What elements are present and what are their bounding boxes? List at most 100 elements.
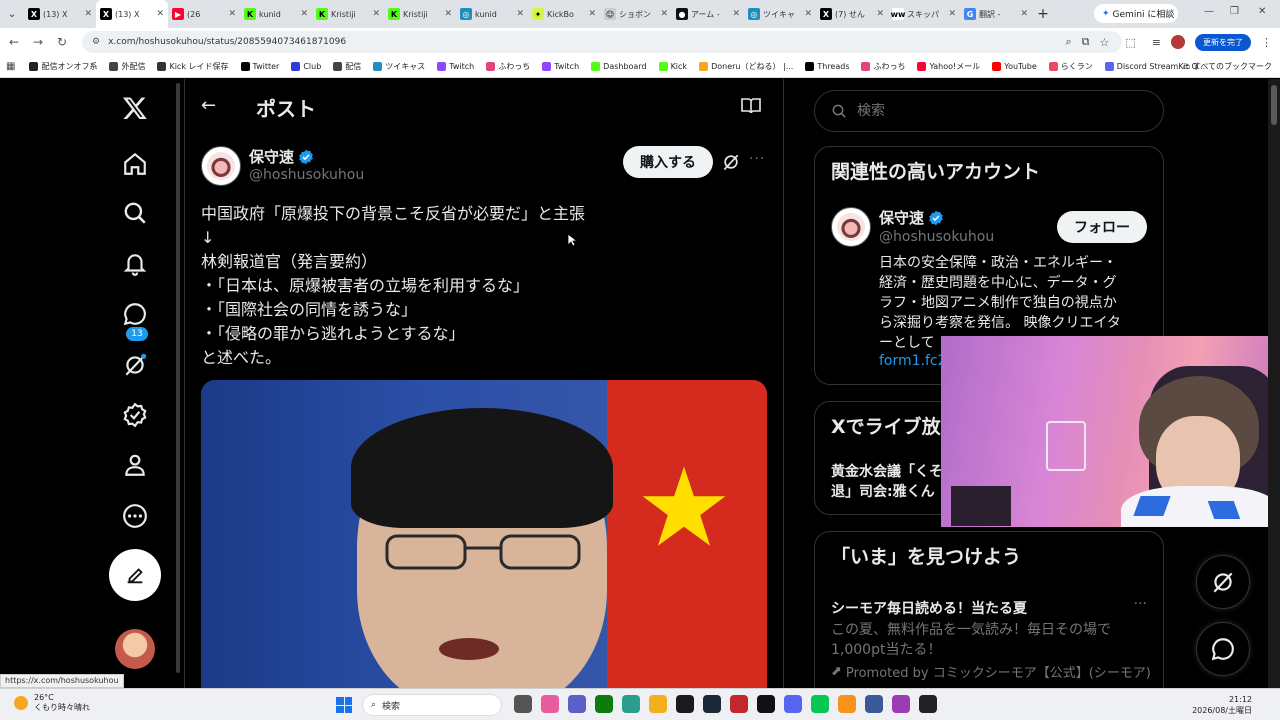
- tab-close-icon[interactable]: ✕: [948, 9, 956, 19]
- bookmark-item[interactable]: らくラン: [1048, 61, 1093, 72]
- browser-tab[interactable]: X (7) せん ✕: [816, 0, 888, 28]
- tab-close-icon[interactable]: ✕: [732, 9, 740, 19]
- taskbar-clock[interactable]: 21:12 2026/08/土曜日: [1192, 694, 1252, 716]
- compose-post-button[interactable]: [109, 549, 161, 601]
- taskbar-app-icon[interactable]: [784, 695, 802, 713]
- related-account-avatar[interactable]: [831, 207, 871, 247]
- back-button[interactable]: ←: [2, 35, 26, 49]
- bookmark-item[interactable]: ツイキャス: [373, 61, 425, 72]
- media-icon[interactable]: ≡: [1152, 36, 1161, 49]
- tab-close-icon[interactable]: ✕: [1020, 9, 1028, 19]
- tab-close-icon[interactable]: ✕: [660, 9, 668, 19]
- tab-close-icon[interactable]: ✕: [516, 9, 524, 19]
- bookmark-item[interactable]: ふわっち: [861, 61, 905, 72]
- browser-tab[interactable]: ✦ KickBo ✕: [528, 0, 600, 28]
- bookmark-item[interactable]: Threads: [805, 61, 849, 72]
- tab-close-icon[interactable]: ✕: [444, 9, 452, 19]
- trend-more-icon[interactable]: ···: [1134, 596, 1147, 612]
- tab-close-icon[interactable]: ✕: [300, 9, 308, 19]
- bookmark-item[interactable]: Dashboard: [591, 61, 647, 72]
- bookmark-item[interactable]: 外配信: [109, 61, 145, 72]
- browser-tab[interactable]: ww スキッパ ✕: [888, 0, 960, 28]
- reload-button[interactable]: ↻: [50, 35, 74, 49]
- grok-floating-button[interactable]: [1196, 555, 1250, 609]
- tab-close-icon[interactable]: ✕: [588, 9, 596, 19]
- url-field[interactable]: ⚙ x.com/hoshusokuhou/status/208559407346…: [82, 31, 1122, 53]
- sidebar-search[interactable]: [814, 90, 1164, 132]
- maximize-button[interactable]: ❐: [1230, 6, 1239, 17]
- taskbar-app-icon[interactable]: [865, 695, 883, 713]
- all-bookmarks[interactable]: ▭ すべてのブックマーク: [1183, 61, 1272, 72]
- bookmark-item[interactable]: Yahoo!メール: [917, 61, 980, 72]
- new-tab-button[interactable]: +: [1032, 6, 1054, 22]
- profile-avatar[interactable]: [1171, 35, 1185, 49]
- apps-grid-icon[interactable]: ▦: [6, 61, 15, 72]
- forward-button[interactable]: →: [26, 35, 50, 49]
- taskbar-app-icon[interactable]: [811, 695, 829, 713]
- post-image[interactable]: [201, 380, 767, 688]
- browser-tab[interactable]: ◎ ツイキャ ✕: [744, 0, 816, 28]
- messages-floating-button[interactable]: [1196, 622, 1250, 676]
- buy-button[interactable]: 購入する: [623, 146, 713, 178]
- profile-person-icon[interactable]: [118, 448, 152, 482]
- bookmark-item[interactable]: Kick レイド保存: [157, 61, 229, 72]
- bookmark-item[interactable]: 配信オンオフ系: [29, 61, 97, 72]
- follow-button[interactable]: フォロー: [1057, 211, 1147, 243]
- browser-tab[interactable]: K Kristiji ✕: [384, 0, 456, 28]
- notifications-bell-icon[interactable]: [118, 247, 152, 281]
- tab-close-icon[interactable]: ✕: [804, 9, 812, 19]
- taskbar-app-icon[interactable]: [568, 695, 586, 713]
- bookmark-item[interactable]: Twitch: [542, 61, 579, 72]
- zoom-icon[interactable]: ⌕: [1065, 35, 1071, 49]
- search-input[interactable]: [857, 103, 1137, 119]
- tab-close-icon[interactable]: ✕: [876, 9, 884, 19]
- taskbar-search[interactable]: ⌕ 検索: [362, 694, 502, 716]
- browser-tab[interactable]: Kkunid ✕: [240, 0, 312, 28]
- related-account-handle[interactable]: @hoshusokuhou: [879, 229, 994, 245]
- bookmark-item[interactable]: Twitch: [437, 61, 474, 72]
- taskbar-app-icon[interactable]: [595, 695, 613, 713]
- extensions-icon[interactable]: ⬚: [1125, 36, 1135, 49]
- bookmark-item[interactable]: Twitter: [240, 61, 279, 72]
- close-window-button[interactable]: ✕: [1258, 6, 1266, 17]
- trend-headline[interactable]: シーモア毎日読める！当たる夏: [831, 598, 1027, 618]
- back-arrow-icon[interactable]: ←: [201, 95, 216, 116]
- page-scrollbar-thumb[interactable]: [1271, 85, 1277, 125]
- taskbar-app-icon[interactable]: [838, 695, 856, 713]
- browser-tab[interactable]: ◎ kunid ✕: [456, 0, 528, 28]
- tab-close-icon[interactable]: ✕: [372, 9, 380, 19]
- bookmark-item[interactable]: Doneru（どねる） |...: [699, 61, 793, 72]
- premium-verified-icon[interactable]: [118, 398, 152, 432]
- taskbar-app-icon[interactable]: [730, 695, 748, 713]
- taskbar-app-icon[interactable]: [757, 695, 775, 713]
- promoted-label[interactable]: ⬈ Promoted by コミックシーモア【公式】(シーモア): [831, 662, 1151, 681]
- home-icon[interactable]: [118, 147, 152, 181]
- account-avatar[interactable]: [115, 629, 155, 669]
- menu-icon[interactable]: ⋮: [1261, 36, 1272, 49]
- tab-search-icon[interactable]: ⌄: [0, 0, 24, 28]
- related-account-name[interactable]: 保守速: [879, 207, 944, 228]
- tab-close-icon[interactable]: ✕: [228, 9, 236, 19]
- taskbar-app-icon[interactable]: [514, 695, 532, 713]
- browser-tab[interactable]: X (13) X ✕: [24, 0, 96, 28]
- more-options-icon[interactable]: [118, 499, 152, 533]
- page-scrollbar[interactable]: [1268, 79, 1280, 688]
- browser-tab[interactable]: X (13) X ✕: [96, 0, 168, 28]
- bookmark-item[interactable]: Club: [291, 61, 321, 72]
- grok-icon[interactable]: [118, 348, 152, 382]
- taskbar-app-icon[interactable]: [703, 695, 721, 713]
- taskbar-app-icon[interactable]: [649, 695, 667, 713]
- author-avatar[interactable]: [201, 146, 241, 186]
- browser-tab[interactable]: G 翻訳 - ✕: [960, 0, 1032, 28]
- update-button[interactable]: 更新を完了: [1195, 33, 1251, 51]
- taskbar-app-icon[interactable]: [919, 695, 937, 713]
- x-logo-icon[interactable]: [118, 91, 152, 125]
- nav-scrollbar[interactable]: [174, 79, 182, 688]
- messages-chat-icon[interactable]: [118, 297, 152, 331]
- bookmark-item[interactable]: YouTube: [992, 61, 1037, 72]
- grok-explain-icon[interactable]: [721, 152, 741, 172]
- browser-tab[interactable]: ☺ ショボン ✕: [600, 0, 672, 28]
- minimize-button[interactable]: —: [1204, 6, 1214, 17]
- gemini-button[interactable]: ✦ Gemini に相談: [1094, 4, 1178, 23]
- taskbar-app-icon[interactable]: [676, 695, 694, 713]
